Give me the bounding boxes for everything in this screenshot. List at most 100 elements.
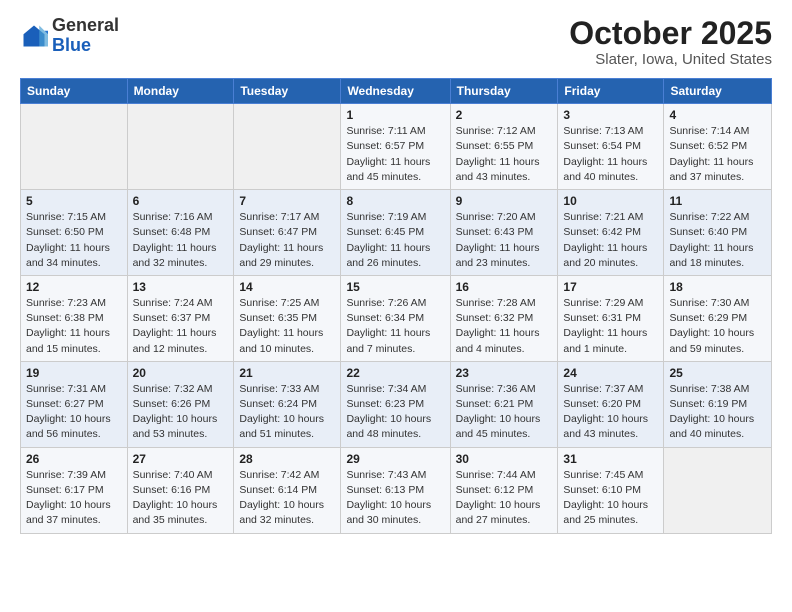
- week-row-5: 26 Sunrise: 7:39 AM Sunset: 6:17 PM Dayli…: [21, 447, 772, 533]
- day-number: 12: [26, 280, 122, 294]
- day-info: Sunrise: 7:14 AM Sunset: 6:52 PM Dayligh…: [669, 124, 766, 185]
- day-cell: 15Sunrise: 7:26 AM Sunset: 6:34 PM Dayli…: [341, 275, 450, 361]
- day-number: 24: [563, 366, 658, 380]
- week-row-2: 5 Sunrise: 7:15 AM Sunset: 6:50 PM Daylig…: [21, 190, 772, 276]
- week-row-4: 19 Sunrise: 7:31 AM Sunset: 6:27 PM Dayli…: [21, 361, 772, 447]
- col-header-monday: Monday: [127, 79, 234, 104]
- day-number: 2: [456, 108, 553, 122]
- calendar-subtitle: Slater, Iowa, United States: [569, 51, 772, 68]
- day-cell: 6 Sunrise: 7:16 AM Sunset: 6:48 PM Daylig…: [127, 190, 234, 276]
- day-cell: 11Sunrise: 7:22 AM Sunset: 6:40 PM Dayli…: [664, 190, 772, 276]
- day-cell: 24 Sunrise: 7:37 AM Sunset: 6:20 PM Dayli…: [558, 361, 664, 447]
- day-number: 6: [133, 194, 229, 208]
- day-cell: 31 Sunrise: 7:45 AM Sunset: 6:10 PM Dayli…: [558, 447, 664, 533]
- day-cell: 7Sunrise: 7:17 AM Sunset: 6:47 PM Daylig…: [234, 190, 341, 276]
- day-info: Sunrise: 7:21 AM Sunset: 6:42 PM Dayligh…: [563, 210, 658, 271]
- day-number: 23: [456, 366, 553, 380]
- day-number: 13: [133, 280, 229, 294]
- calendar-header: SundayMondayTuesdayWednesdayThursdayFrid…: [21, 79, 772, 104]
- day-cell: 27Sunrise: 7:40 AM Sunset: 6:16 PM Dayli…: [127, 447, 234, 533]
- day-cell: [234, 104, 341, 190]
- day-info: Sunrise: 7:23 AM Sunset: 6:38 PM Dayligh…: [26, 296, 122, 357]
- day-number: 26: [26, 452, 122, 466]
- day-info: Sunrise: 7:20 AM Sunset: 6:43 PM Dayligh…: [456, 210, 553, 271]
- day-number: 21: [239, 366, 335, 380]
- day-info: Sunrise: 7:24 AM Sunset: 6:37 PM Dayligh…: [133, 296, 229, 357]
- day-cell: 3Sunrise: 7:13 AM Sunset: 6:54 PM Daylig…: [558, 104, 664, 190]
- day-cell: 2 Sunrise: 7:12 AM Sunset: 6:55 PM Daylig…: [450, 104, 558, 190]
- col-header-saturday: Saturday: [664, 79, 772, 104]
- day-number: 10: [563, 194, 658, 208]
- day-cell: 10 Sunrise: 7:21 AM Sunset: 6:42 PM Dayli…: [558, 190, 664, 276]
- col-header-wednesday: Wednesday: [341, 79, 450, 104]
- calendar-table: SundayMondayTuesdayWednesdayThursdayFrid…: [20, 78, 772, 533]
- day-cell: 22 Sunrise: 7:34 AM Sunset: 6:23 PM Dayli…: [341, 361, 450, 447]
- day-cell: 5 Sunrise: 7:15 AM Sunset: 6:50 PM Daylig…: [21, 190, 128, 276]
- day-info: Sunrise: 7:28 AM Sunset: 6:32 PM Dayligh…: [456, 296, 553, 357]
- day-cell: 17 Sunrise: 7:29 AM Sunset: 6:31 PM Dayli…: [558, 275, 664, 361]
- day-number: 5: [26, 194, 122, 208]
- day-info: Sunrise: 7:42 AM Sunset: 6:14 PM Dayligh…: [239, 468, 335, 529]
- logo-icon: [20, 22, 48, 50]
- day-cell: 16 Sunrise: 7:28 AM Sunset: 6:32 PM Dayli…: [450, 275, 558, 361]
- col-header-sunday: Sunday: [21, 79, 128, 104]
- day-number: 28: [239, 452, 335, 466]
- title-block: October 2025 Slater, Iowa, United States: [569, 16, 772, 68]
- day-cell: 1Sunrise: 7:11 AM Sunset: 6:57 PM Daylig…: [341, 104, 450, 190]
- col-header-tuesday: Tuesday: [234, 79, 341, 104]
- day-number: 18: [669, 280, 766, 294]
- day-number: 14: [239, 280, 335, 294]
- day-cell: 28 Sunrise: 7:42 AM Sunset: 6:14 PM Dayli…: [234, 447, 341, 533]
- logo-general: General: [52, 15, 119, 35]
- day-cell: [127, 104, 234, 190]
- day-cell: 30 Sunrise: 7:44 AM Sunset: 6:12 PM Dayli…: [450, 447, 558, 533]
- day-number: 30: [456, 452, 553, 466]
- calendar-title: October 2025: [569, 16, 772, 51]
- day-info: Sunrise: 7:44 AM Sunset: 6:12 PM Dayligh…: [456, 468, 553, 529]
- day-number: 31: [563, 452, 658, 466]
- day-cell: 21Sunrise: 7:33 AM Sunset: 6:24 PM Dayli…: [234, 361, 341, 447]
- day-info: Sunrise: 7:26 AM Sunset: 6:34 PM Dayligh…: [346, 296, 444, 357]
- day-info: Sunrise: 7:43 AM Sunset: 6:13 PM Dayligh…: [346, 468, 444, 529]
- logo-blue: Blue: [52, 35, 91, 55]
- day-number: 11: [669, 194, 766, 208]
- day-number: 1: [346, 108, 444, 122]
- day-number: 29: [346, 452, 444, 466]
- day-number: 17: [563, 280, 658, 294]
- day-cell: 25Sunrise: 7:38 AM Sunset: 6:19 PM Dayli…: [664, 361, 772, 447]
- day-number: 7: [239, 194, 335, 208]
- calendar-body: 1Sunrise: 7:11 AM Sunset: 6:57 PM Daylig…: [21, 104, 772, 533]
- day-info: Sunrise: 7:19 AM Sunset: 6:45 PM Dayligh…: [346, 210, 444, 271]
- day-number: 8: [346, 194, 444, 208]
- day-number: 4: [669, 108, 766, 122]
- day-number: 16: [456, 280, 553, 294]
- day-cell: 29 Sunrise: 7:43 AM Sunset: 6:13 PM Dayli…: [341, 447, 450, 533]
- day-info: Sunrise: 7:16 AM Sunset: 6:48 PM Dayligh…: [133, 210, 229, 271]
- day-info: Sunrise: 7:45 AM Sunset: 6:10 PM Dayligh…: [563, 468, 658, 529]
- day-info: Sunrise: 7:31 AM Sunset: 6:27 PM Dayligh…: [26, 382, 122, 443]
- day-info: Sunrise: 7:39 AM Sunset: 6:17 PM Dayligh…: [26, 468, 122, 529]
- col-header-friday: Friday: [558, 79, 664, 104]
- day-info: Sunrise: 7:32 AM Sunset: 6:26 PM Dayligh…: [133, 382, 229, 443]
- logo-text: General Blue: [52, 16, 119, 56]
- day-info: Sunrise: 7:12 AM Sunset: 6:55 PM Dayligh…: [456, 124, 553, 185]
- day-number: 27: [133, 452, 229, 466]
- week-row-1: 1Sunrise: 7:11 AM Sunset: 6:57 PM Daylig…: [21, 104, 772, 190]
- day-cell: 18Sunrise: 7:30 AM Sunset: 6:29 PM Dayli…: [664, 275, 772, 361]
- day-cell: 8 Sunrise: 7:19 AM Sunset: 6:45 PM Daylig…: [341, 190, 450, 276]
- day-info: Sunrise: 7:29 AM Sunset: 6:31 PM Dayligh…: [563, 296, 658, 357]
- day-info: Sunrise: 7:13 AM Sunset: 6:54 PM Dayligh…: [563, 124, 658, 185]
- day-info: Sunrise: 7:15 AM Sunset: 6:50 PM Dayligh…: [26, 210, 122, 271]
- day-info: Sunrise: 7:37 AM Sunset: 6:20 PM Dayligh…: [563, 382, 658, 443]
- day-info: Sunrise: 7:34 AM Sunset: 6:23 PM Dayligh…: [346, 382, 444, 443]
- day-info: Sunrise: 7:36 AM Sunset: 6:21 PM Dayligh…: [456, 382, 553, 443]
- day-cell: 19 Sunrise: 7:31 AM Sunset: 6:27 PM Dayli…: [21, 361, 128, 447]
- day-info: Sunrise: 7:25 AM Sunset: 6:35 PM Dayligh…: [239, 296, 335, 357]
- header: General Blue October 2025 Slater, Iowa, …: [20, 16, 772, 68]
- header-row: SundayMondayTuesdayWednesdayThursdayFrid…: [21, 79, 772, 104]
- day-cell: 13 Sunrise: 7:24 AM Sunset: 6:37 PM Dayli…: [127, 275, 234, 361]
- logo: General Blue: [20, 16, 119, 56]
- day-number: 19: [26, 366, 122, 380]
- day-cell: 26 Sunrise: 7:39 AM Sunset: 6:17 PM Dayli…: [21, 447, 128, 533]
- day-number: 22: [346, 366, 444, 380]
